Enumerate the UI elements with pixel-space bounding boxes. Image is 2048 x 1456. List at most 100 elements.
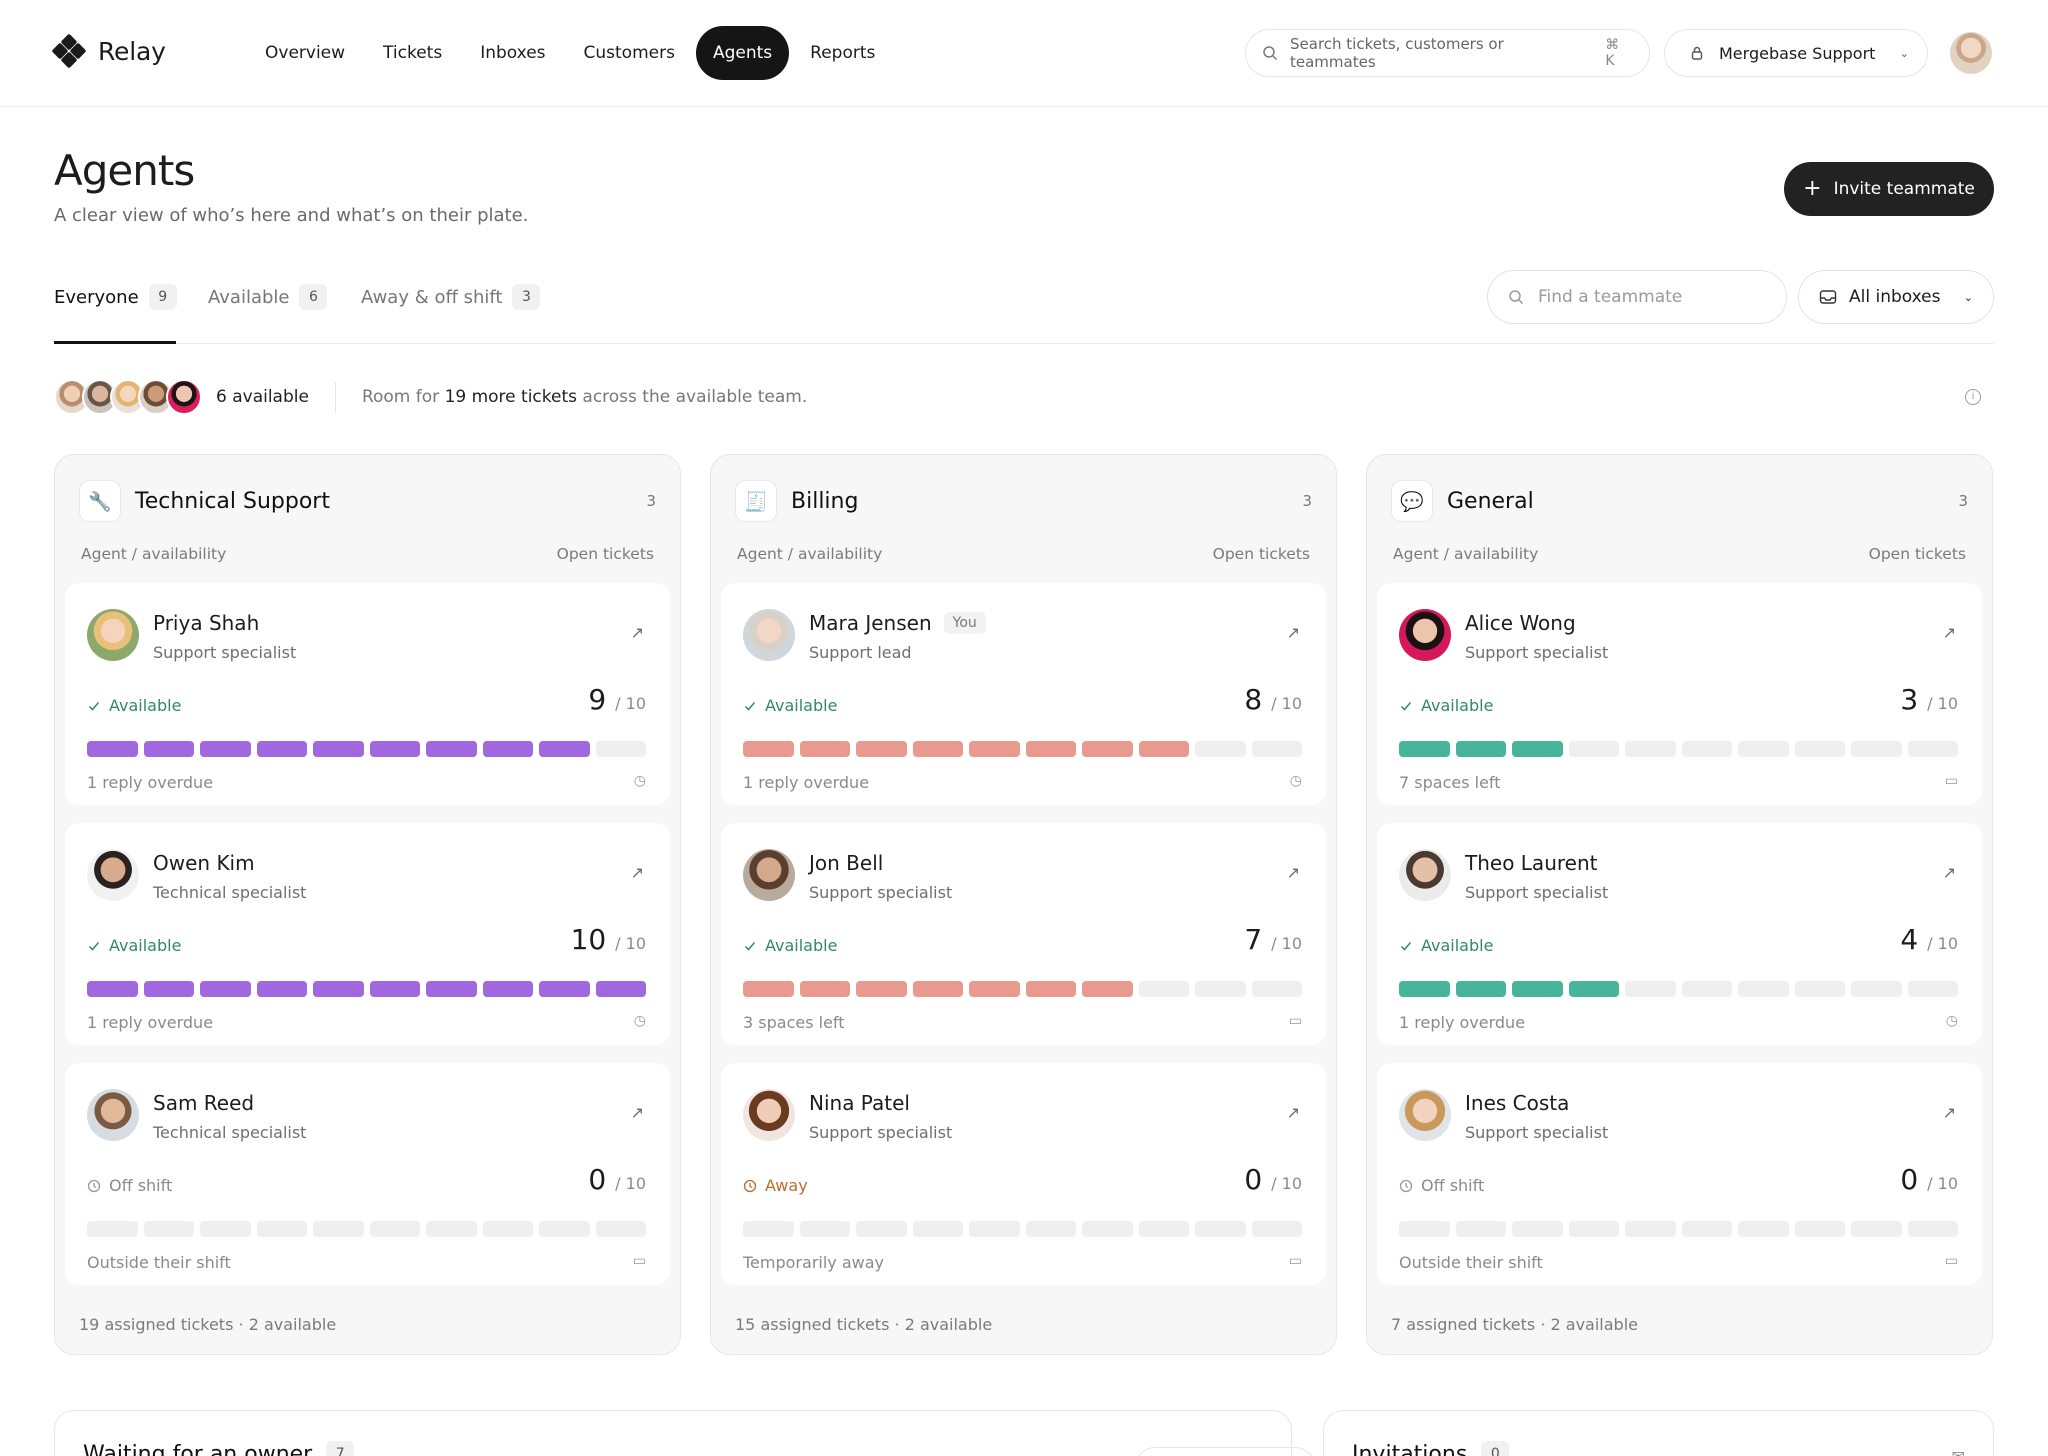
ticket-load: 4 [1900, 923, 1919, 956]
agent-name-text: Jon Bell [809, 851, 884, 875]
nav-overview[interactable]: Overview [248, 26, 362, 80]
capacity-segment [912, 1221, 963, 1237]
capacity-segment [539, 741, 590, 757]
capacity-segment [313, 1221, 364, 1237]
avatar [743, 609, 795, 661]
capacity-segment [313, 981, 364, 997]
active-tab-indicator [54, 341, 176, 344]
agent-card[interactable]: Theo Laurent Support specialist ↗ Availa… [1377, 823, 1982, 1045]
capacity-segment [1625, 981, 1676, 997]
agent-status: Off shift [1399, 1176, 1484, 1195]
agent-card[interactable]: Nina Patel Support specialist ↗ Away 0 /… [721, 1063, 1326, 1285]
ticket-capacity: / 10 [1927, 1174, 1958, 1193]
group-title: Technical Support [135, 488, 330, 514]
capacity-segment [1025, 981, 1076, 997]
agent-name: Alice Wong [1465, 611, 1576, 635]
open-ticket-count: 7 / 10 [1244, 923, 1302, 956]
status-label: Available [765, 696, 838, 715]
agent-name-text: Nina Patel [809, 1091, 910, 1115]
capacity-segment [1681, 1221, 1732, 1237]
nav-reports[interactable]: Reports [793, 26, 892, 80]
invite-teammate-button[interactable]: + Invite teammate [1784, 162, 1994, 216]
ticket-capacity: / 10 [1927, 934, 1958, 953]
agent-note: Outside their shift [1399, 1253, 1543, 1272]
capacity-segment [1907, 741, 1958, 757]
nav-customers[interactable]: Customers [567, 26, 692, 80]
capacity-segment [369, 981, 420, 997]
avatar-stack [54, 379, 202, 415]
agent-card[interactable]: Mara Jensen You Support lead ↗ Available… [721, 583, 1326, 805]
app-logo[interactable]: Relay [51, 33, 166, 69]
capacity-segment [1251, 1221, 1302, 1237]
tab-available[interactable]: Available 6 [208, 284, 328, 310]
nav-agents[interactable]: Agents [695, 26, 790, 80]
check-icon [87, 699, 101, 713]
status-label: Available [109, 696, 182, 715]
nav-inboxes[interactable]: Inboxes [463, 26, 562, 80]
capacity-segment [1195, 981, 1246, 997]
ticket-load: 7 [1244, 923, 1263, 956]
find-teammate-input[interactable]: Find a teammate [1487, 270, 1787, 324]
agent-card[interactable]: Alice Wong Support specialist ↗ Availabl… [1377, 583, 1982, 805]
group-title: General [1447, 488, 1534, 514]
group-footer: 15 assigned tickets · 2 available [735, 1315, 992, 1334]
workspace-switcher[interactable]: Mergebase Support ⌄ [1664, 29, 1928, 77]
assigned-tickets: 7 assigned tickets [1391, 1315, 1536, 1334]
agent-card[interactable]: Jon Bell Support specialist ↗ Available … [721, 823, 1326, 1045]
agent-card[interactable]: Owen Kim Technical specialist ↗ Availabl… [65, 823, 670, 1045]
capacity-segment [1568, 741, 1619, 757]
tab-everyone[interactable]: Everyone 9 [54, 284, 177, 310]
agent-note: 1 reply overdue [87, 1013, 214, 1032]
agent-card[interactable]: Sam Reed Technical specialist ↗ Off shif… [65, 1063, 670, 1285]
availability-summary: 6 available Room for 19 more tickets acr… [54, 374, 807, 420]
agent-name-text: Theo Laurent [1465, 851, 1598, 875]
capacity-segment [1195, 1221, 1246, 1237]
nav-tickets[interactable]: Tickets [366, 26, 459, 80]
open-agent-arrow-icon[interactable]: ↗ [1943, 623, 1956, 642]
clock-icon: ◷ [1945, 1013, 1958, 1029]
agent-name-text: Priya Shah [153, 611, 260, 635]
agent-availability-header: Agent / availability [81, 545, 227, 563]
mail-icon[interactable]: ✉ [1952, 1447, 1965, 1456]
clock-icon [1399, 1179, 1413, 1193]
agent-role: Technical specialist [153, 1123, 307, 1142]
open-agent-arrow-icon[interactable]: ↗ [631, 863, 644, 882]
group-header: 💬 General 3 [1391, 479, 1968, 523]
capacity-segment [1399, 981, 1450, 997]
agent-name: Priya Shah [153, 611, 259, 635]
capacity-segment [1738, 1221, 1789, 1237]
open-agent-arrow-icon[interactable]: ↗ [631, 623, 644, 642]
open-agent-arrow-icon[interactable]: ↗ [1287, 623, 1300, 642]
capacity-segment [1568, 1221, 1619, 1237]
agent-card[interactable]: Ines Costa Support specialist ↗ Off shif… [1377, 1063, 1982, 1285]
user-avatar[interactable] [1950, 32, 1992, 74]
receipt-icon: 🧾 [735, 480, 777, 522]
open-ticket-count: 0 / 10 [1244, 1163, 1302, 1196]
capacity-bar [87, 741, 646, 757]
agent-card[interactable]: Priya Shah Support specialist ↗ Availabl… [65, 583, 670, 805]
open-agent-arrow-icon[interactable]: ↗ [1943, 863, 1956, 882]
info-icon[interactable]: i [1965, 389, 1981, 405]
agent-note: Temporarily away [743, 1253, 884, 1272]
tab-away-off-shift[interactable]: Away & off shift 3 [361, 284, 541, 310]
open-agent-arrow-icon[interactable]: ↗ [1287, 1103, 1300, 1122]
open-agent-arrow-icon[interactable]: ↗ [631, 1103, 644, 1122]
capacity-segment [1794, 1221, 1845, 1237]
ticket-capacity: / 10 [615, 1174, 646, 1193]
agent-note: Outside their shift [87, 1253, 231, 1272]
check-icon [1399, 939, 1413, 953]
open-agent-arrow-icon[interactable]: ↗ [1287, 863, 1300, 882]
capacity-segment [743, 1221, 794, 1237]
agent-role: Support specialist [809, 883, 953, 902]
capacity-segment [1455, 981, 1506, 997]
open-agent-arrow-icon[interactable]: ↗ [1943, 1103, 1956, 1122]
panel-action-button[interactable] [1135, 1447, 1315, 1456]
inbox-filter-select[interactable]: All inboxes ⌄ [1798, 270, 1994, 324]
capacity-segment [1625, 741, 1676, 757]
capacity-segment [482, 741, 533, 757]
capacity-segment [256, 981, 307, 997]
global-search-input[interactable]: Search tickets, customers or teammates ⌘… [1245, 29, 1650, 77]
agent-note: 7 spaces left [1399, 773, 1501, 792]
avatar [743, 849, 795, 901]
agent-status: Away [743, 1176, 808, 1195]
